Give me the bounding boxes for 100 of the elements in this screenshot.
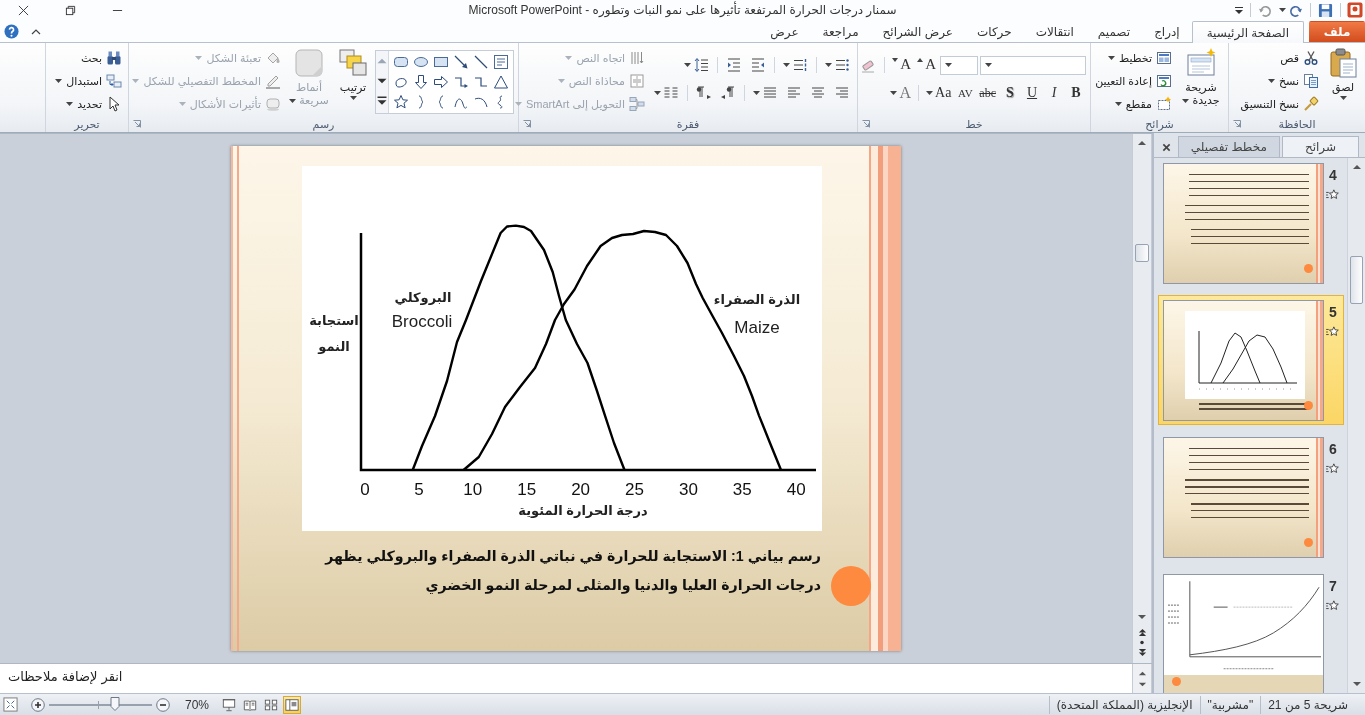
arrow-icon[interactable] — [453, 54, 469, 70]
x-tick-label: 30 — [678, 480, 698, 500]
fit-to-window-button[interactable] — [3, 697, 18, 712]
text-box-icon[interactable] — [493, 54, 509, 70]
right-arrow-icon[interactable] — [433, 74, 449, 90]
theme-name: "مشربية" — [1206, 697, 1255, 712]
up-triangle-icon — [917, 58, 924, 62]
slide-list-item[interactable]: 7 — [1158, 569, 1344, 693]
grow-font-button[interactable]: A — [915, 54, 938, 76]
zoom-in-button[interactable] — [31, 697, 45, 712]
rounded-rectangle-icon[interactable] — [393, 54, 409, 70]
oval-icon[interactable] — [413, 54, 429, 70]
ribbon-tab[interactable]: تصميم — [1085, 21, 1143, 42]
slide-number: 4 — [1329, 167, 1337, 183]
minimize-ribbon-button[interactable] — [30, 27, 42, 35]
x-tick-label: 20 — [571, 480, 591, 500]
scroll-down-icon[interactable] — [1351, 679, 1362, 689]
ribbon-tab[interactable]: عرض — [758, 21, 811, 42]
scroll-down-icon[interactable] — [1137, 612, 1147, 622]
font-size-field[interactable] — [940, 55, 978, 75]
zoom-level-button[interactable]: 70% — [173, 697, 218, 712]
scroll-up-icon[interactable] — [1137, 138, 1147, 148]
align-center-icon — [810, 85, 826, 101]
x-tick-label: 25 — [625, 480, 644, 500]
circle-icon[interactable] — [1138, 640, 1146, 645]
scrollbar-thumb[interactable] — [1350, 256, 1363, 304]
curve-label: الذرة الصفراء — [713, 291, 801, 307]
stacked-squares-icon — [337, 47, 369, 79]
replace-button[interactable]: استبدال — [53, 70, 124, 92]
find-button[interactable]: بحث — [53, 47, 124, 69]
sorter-view-icon — [264, 697, 279, 712]
restore-icon — [65, 4, 76, 16]
normal-view-button[interactable] — [283, 695, 302, 714]
dialog-launcher-icon[interactable] — [133, 120, 141, 128]
font-name-field[interactable] — [980, 55, 1086, 75]
underline-button[interactable]: U — [1022, 82, 1042, 104]
ribbon-tab[interactable]: عرض الشرائح — [870, 21, 965, 42]
ribbon-tab[interactable]: مراجعة — [810, 21, 871, 42]
dashed-slide-icon — [1156, 96, 1172, 112]
x-tick-label: 10 — [463, 480, 483, 500]
caret-icon — [1235, 6, 1243, 14]
help-icon — [4, 23, 19, 39]
scrollbar-thumb[interactable] — [1135, 244, 1149, 262]
scroll-up-icon[interactable] — [1351, 162, 1362, 172]
slide-list-item[interactable]: 4 — [1158, 158, 1344, 288]
arrange-button[interactable]: ترتيب — [335, 46, 371, 101]
double-up-arrow-icon[interactable] — [1137, 628, 1147, 637]
ribbon-tab[interactable]: إدراج — [1142, 21, 1192, 42]
slide-counter: شريحة 5 من 21 — [1267, 697, 1349, 712]
dialog-launcher-icon[interactable] — [1233, 120, 1241, 128]
section-button[interactable]: مقطع — [1093, 93, 1174, 115]
font-color-button[interactable]: A — [888, 82, 913, 104]
select-button[interactable]: تحديد — [53, 93, 124, 115]
character-spacing-button[interactable]: AV — [955, 82, 976, 104]
x-axis-label: درجة الحرارة المئوية — [518, 502, 648, 518]
dialog-launcher-icon[interactable] — [862, 120, 870, 128]
down-arrow-icon[interactable] — [413, 74, 429, 90]
panel-tab[interactable]: شرائح — [1281, 136, 1359, 157]
caret-icon — [684, 63, 691, 67]
panel-tab[interactable]: مخطط تفصيلي — [1177, 136, 1280, 157]
ribbon-tab[interactable]: الصفحة الرئيسية — [1191, 21, 1304, 43]
text-align-box-icon — [629, 73, 645, 89]
language-indicator[interactable]: الإنجليزية (المملكة المتحدة) — [1049, 697, 1200, 712]
zoom-out-button[interactable] — [156, 697, 170, 712]
clipboard-icon — [1327, 47, 1359, 79]
help-button[interactable] — [3, 23, 20, 39]
new-slide-button[interactable]: شريحة جديدة — [1178, 46, 1224, 108]
dialog-launcher-icon[interactable] — [523, 120, 531, 128]
x-tick-label: 40 — [786, 480, 806, 500]
format-painter-button[interactable]: نسخ التنسيق — [1238, 93, 1321, 115]
star-icon[interactable] — [393, 94, 409, 110]
shrink-font-button[interactable]: A — [890, 54, 914, 76]
slide-list-item[interactable]: 6 — [1158, 432, 1344, 562]
slider-handle[interactable] — [109, 696, 120, 711]
shadow-button[interactable]: S — [1000, 82, 1020, 104]
customize-toolbar-button[interactable] — [1234, 6, 1244, 14]
app-logo-icon[interactable] — [1347, 2, 1363, 18]
change-case-button[interactable]: Aa — [924, 82, 954, 104]
copy-button[interactable]: نسخ — [1238, 70, 1321, 92]
save-button[interactable] — [1317, 2, 1334, 18]
x-tick-label: 35 — [732, 480, 752, 500]
layout-button[interactable]: تخطيط — [1093, 47, 1174, 69]
ribbon-tab[interactable]: حركات — [964, 21, 1024, 42]
double-down-arrow-icon[interactable] — [1137, 648, 1147, 657]
cut-button[interactable]: قص — [1238, 47, 1321, 69]
line-icon[interactable] — [473, 54, 489, 70]
close-icon — [18, 4, 29, 16]
reading-view-icon — [243, 697, 258, 712]
ribbon-tab[interactable]: ملف — [1309, 21, 1365, 42]
reset-button[interactable]: إعادة التعيين — [1093, 70, 1174, 92]
numbered-list-icon — [792, 57, 808, 73]
slide-list-item[interactable]: 5 — [1158, 295, 1344, 425]
paste-button[interactable]: لصق — [1325, 46, 1361, 101]
rectangle-icon[interactable] — [433, 54, 449, 70]
ribbon-tab[interactable]: انتقالات — [1023, 21, 1086, 42]
elbow-arrow-icon[interactable] — [453, 74, 469, 90]
strikethrough-button[interactable]: abc — [977, 82, 998, 104]
triangle-icon[interactable] — [493, 74, 509, 90]
bold-button[interactable]: B — [1066, 82, 1086, 104]
italic-button[interactable]: I — [1044, 82, 1064, 104]
